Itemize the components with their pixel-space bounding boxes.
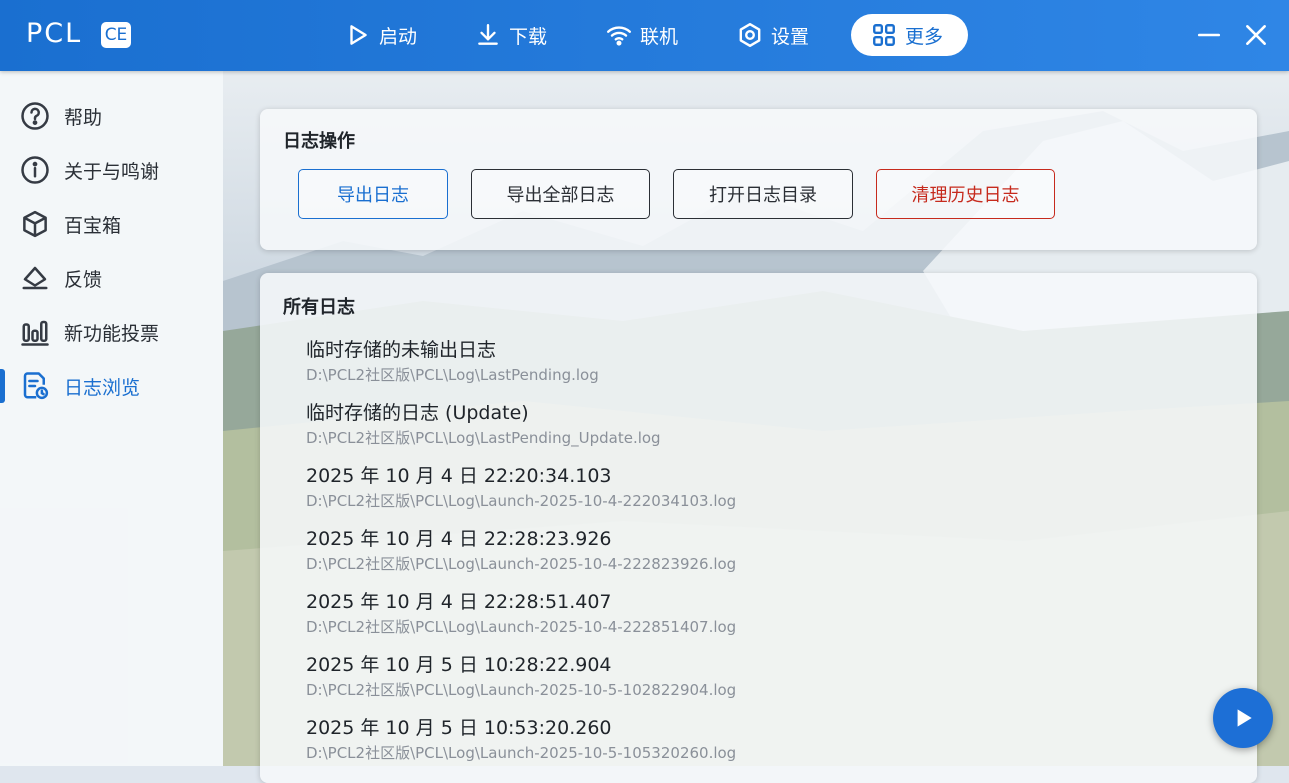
log-entry-path: D:\PCL2社区版\PCL\Log\Launch-2025-10-4-2220… <box>306 492 737 510</box>
nav-settings[interactable]: 设置 <box>737 14 809 56</box>
gear-icon <box>739 22 761 48</box>
log-entry[interactable]: 2025 年 10 月 4 日 22:28:51.407 D:\PCL2社区版\… <box>306 587 736 637</box>
log-entry[interactable]: 2025 年 10 月 4 日 22:28:23.926 D:\PCL2社区版\… <box>306 524 736 574</box>
nav-multiplayer[interactable]: 联机 <box>606 14 678 56</box>
nav-label: 设置 <box>771 25 810 48</box>
active-indicator <box>0 369 5 403</box>
log-entry-path: D:\PCL2社区版\PCL\Log\Launch-2025-10-4-2228… <box>306 555 737 573</box>
grid-icon <box>873 24 895 46</box>
all-logs-card: 所有日志 临时存储的未输出日志 D:\PCL2社区版\PCL\Log\LastP… <box>260 273 1257 783</box>
log-entry-path: D:\PCL2社区版\PCL\Log\LastPending.log <box>306 366 599 384</box>
log-entry-title: 2025 年 10 月 5 日 10:28:22.904 <box>306 654 612 676</box>
nav-download[interactable]: 下载 <box>475 14 547 56</box>
minimize-button[interactable] <box>1196 22 1222 48</box>
log-entry-title: 临时存储的日志 (Update) <box>306 402 529 424</box>
bar-chart-icon <box>21 320 49 346</box>
open-log-folder-button[interactable]: 打开日志目录 <box>673 169 853 219</box>
log-entry[interactable]: 2025 年 10 月 5 日 10:53:20.260 D:\PCL2社区版\… <box>306 713 736 763</box>
nav-launch[interactable]: 启动 <box>345 14 417 56</box>
log-entry-path: D:\PCL2社区版\PCL\Log\Launch-2025-10-5-1053… <box>306 744 737 762</box>
sidebar-item-label: 日志浏览 <box>64 376 141 399</box>
box-icon <box>23 210 47 238</box>
sidebar-item-label: 新功能投票 <box>64 322 160 345</box>
close-icon <box>1246 25 1266 45</box>
clean-history-logs-button[interactable]: 清理历史日志 <box>876 169 1055 219</box>
sidebar-item-label: 帮助 <box>64 106 103 129</box>
launch-fab-button[interactable] <box>1213 688 1273 748</box>
sidebar-item-label: 百宝箱 <box>64 214 122 237</box>
minimize-icon <box>1197 33 1221 37</box>
log-entry-path: D:\PCL2社区版\PCL\Log\Launch-2025-10-5-1028… <box>306 681 737 699</box>
log-file-icon <box>23 372 49 400</box>
log-entry-title: 临时存储的未输出日志 <box>306 339 497 361</box>
export-all-logs-button[interactable]: 导出全部日志 <box>471 169 650 219</box>
play-icon <box>1237 709 1252 727</box>
sidebar-item-vote[interactable]: 新功能投票 <box>0 309 223 355</box>
export-log-button[interactable]: 导出日志 <box>298 169 448 219</box>
log-entry[interactable]: 2025 年 10 月 4 日 22:20:34.103 D:\PCL2社区版\… <box>306 461 736 511</box>
log-entry[interactable]: 临时存储的未输出日志 D:\PCL2社区版\PCL\Log\LastPendin… <box>306 335 599 385</box>
sidebar-item-help[interactable]: 帮助 <box>0 93 223 139</box>
sidebar-item-toolbox[interactable]: 百宝箱 <box>0 201 223 247</box>
title-bar: PCL CE 启动 下载 联机 设置 更多 <box>0 0 1289 71</box>
log-entry[interactable]: 2025 年 10 月 5 日 10:28:22.904 D:\PCL2社区版\… <box>306 650 736 700</box>
log-entry-title: 2025 年 10 月 5 日 10:53:20.260 <box>306 717 612 739</box>
sidebar-item-log-viewer[interactable]: 日志浏览 <box>0 363 223 409</box>
card-title: 所有日志 <box>283 297 355 318</box>
log-entry-path: D:\PCL2社区版\PCL\Log\Launch-2025-10-4-2228… <box>306 618 737 636</box>
question-icon <box>21 102 49 130</box>
log-operations-card: 日志操作 导出日志 导出全部日志 打开日志目录 清理历史日志 <box>260 109 1257 250</box>
play-icon <box>350 25 367 45</box>
nav-label: 更多 <box>905 25 944 48</box>
log-entry-title: 2025 年 10 月 4 日 22:28:23.926 <box>306 528 612 550</box>
nav-label: 下载 <box>509 25 548 48</box>
sidebar-item-feedback[interactable]: 反馈 <box>0 255 223 301</box>
sidebar-item-about[interactable]: 关于与鸣谢 <box>0 147 223 193</box>
card-title: 日志操作 <box>283 131 355 152</box>
nav-label: 联机 <box>640 25 679 48</box>
edition-badge: CE <box>101 22 131 48</box>
log-entry-title: 2025 年 10 月 4 日 22:28:51.407 <box>306 591 612 613</box>
download-icon <box>478 24 498 45</box>
log-entry-path: D:\PCL2社区版\PCL\Log\LastPending_Update.lo… <box>306 429 661 447</box>
wifi-icon <box>606 26 632 46</box>
sidebar-item-label: 关于与鸣谢 <box>64 160 160 183</box>
nav-more[interactable]: 更多 <box>851 14 968 56</box>
log-entry-title: 2025 年 10 月 4 日 22:20:34.103 <box>306 465 612 487</box>
sidebar: 帮助 关于与鸣谢 百宝箱 反馈 新功能投票 日志浏览 <box>0 71 223 766</box>
nav-label: 启动 <box>379 25 418 48</box>
app-logo: PCL <box>26 18 83 49</box>
close-button[interactable] <box>1243 22 1269 48</box>
feedback-icon <box>22 266 48 290</box>
info-icon <box>21 156 49 184</box>
log-entry[interactable]: 临时存储的日志 (Update) D:\PCL2社区版\PCL\Log\Last… <box>306 398 661 448</box>
sidebar-item-label: 反馈 <box>64 268 103 291</box>
